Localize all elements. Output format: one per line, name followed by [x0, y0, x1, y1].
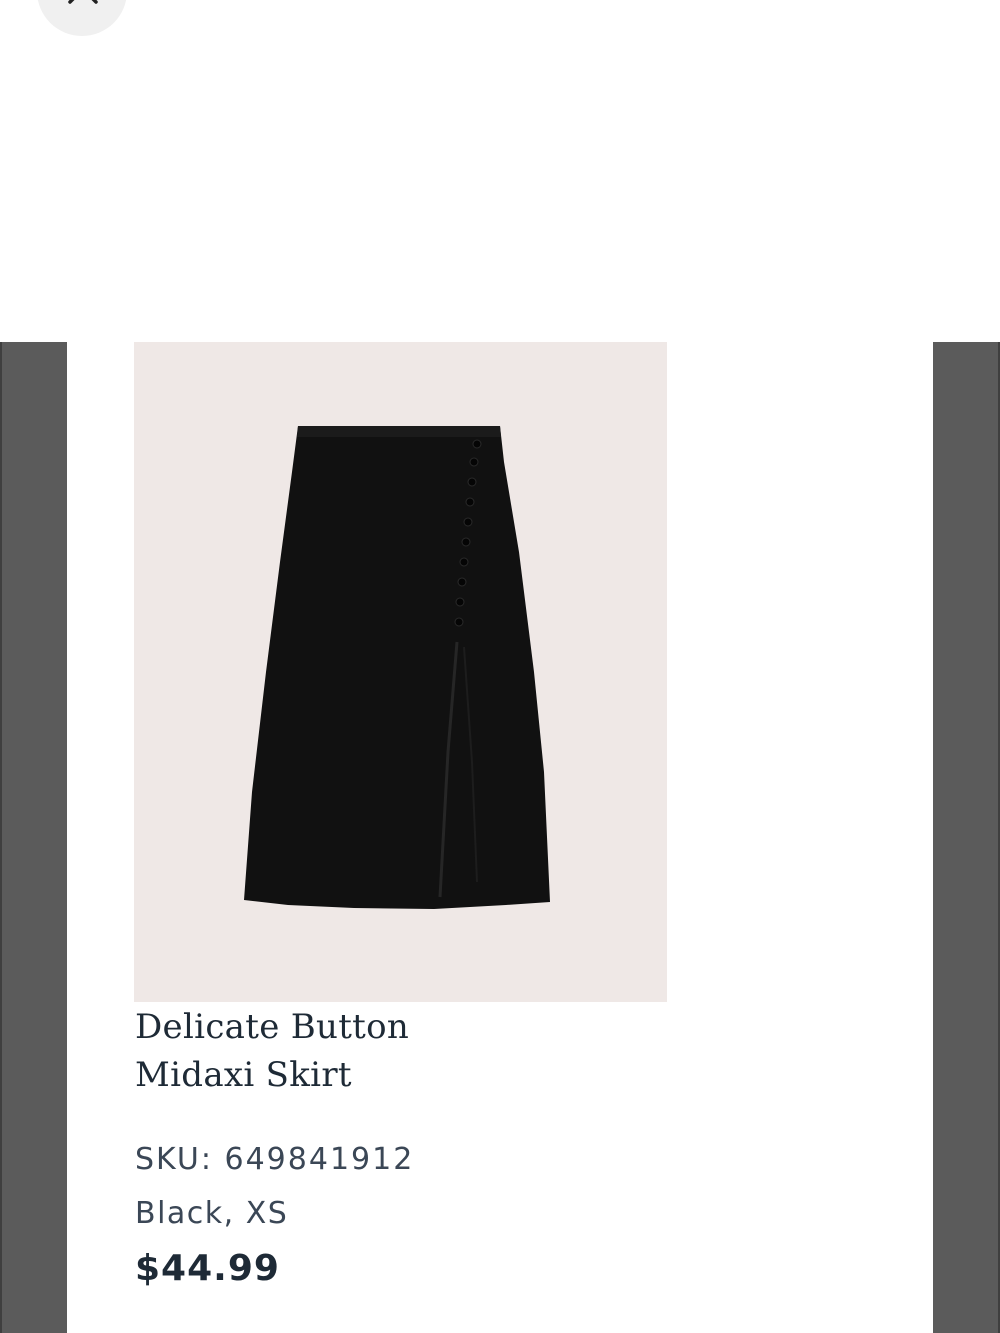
product-sku: SKU: 649841912 [135, 1142, 415, 1177]
product-price: $44.99 [135, 1248, 280, 1289]
product-title[interactable]: Delicate Button Midaxi Skirt [135, 1003, 655, 1099]
next-item-panel[interactable] [933, 342, 1000, 1333]
previous-item-panel[interactable] [0, 342, 67, 1333]
product-variant: Black, XS [135, 1196, 289, 1231]
product-title-line1: Delicate Button [135, 1007, 410, 1047]
product-title-line2: Midaxi Skirt [135, 1055, 352, 1095]
product-image[interactable] [134, 342, 667, 1002]
skirt-image [244, 426, 550, 909]
close-icon [68, 0, 98, 4]
close-button[interactable] [37, 0, 127, 36]
